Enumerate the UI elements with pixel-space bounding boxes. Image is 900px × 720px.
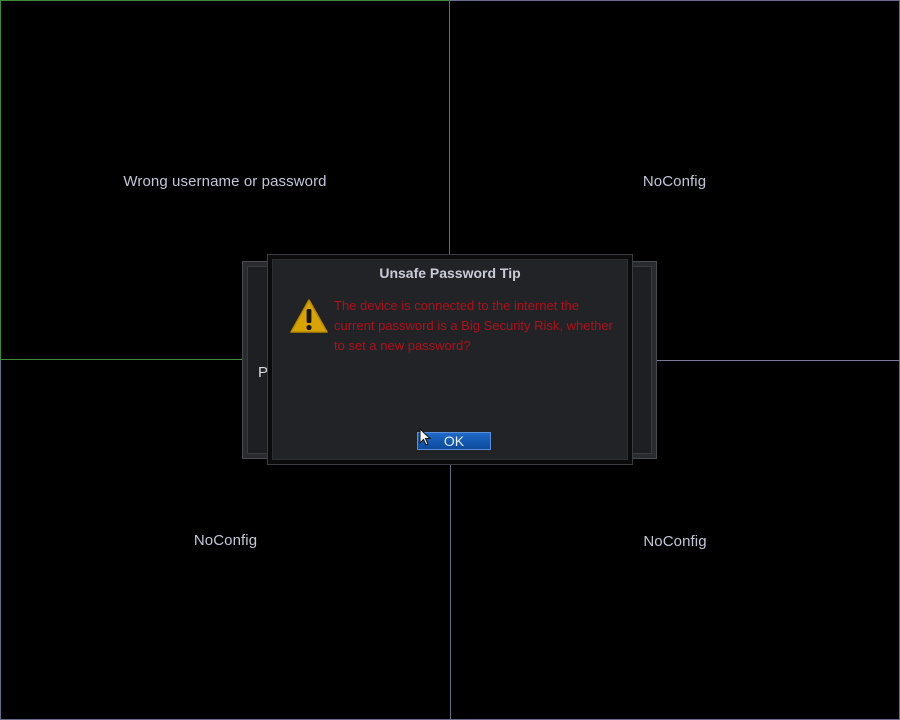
dialog-title: Unsafe Password Tip [379, 265, 521, 281]
channel-status-3: NoConfig [193, 532, 258, 549]
dialog-message: The device is connected to the internet … [334, 298, 613, 353]
warning-icon [290, 299, 328, 333]
dvr-screen: Wrong username or password NoConfig NoCo… [0, 0, 900, 720]
unsafe-password-dialog: Unsafe Password Tip The device is connec… [267, 254, 633, 465]
dialog-body: Unsafe Password Tip The device is connec… [272, 259, 628, 460]
mouse-cursor-icon [419, 428, 431, 446]
channel-status-1: Wrong username or password [123, 173, 327, 190]
channel-status-2: NoConfig [642, 173, 707, 190]
channel-status-4: NoConfig [643, 533, 707, 550]
